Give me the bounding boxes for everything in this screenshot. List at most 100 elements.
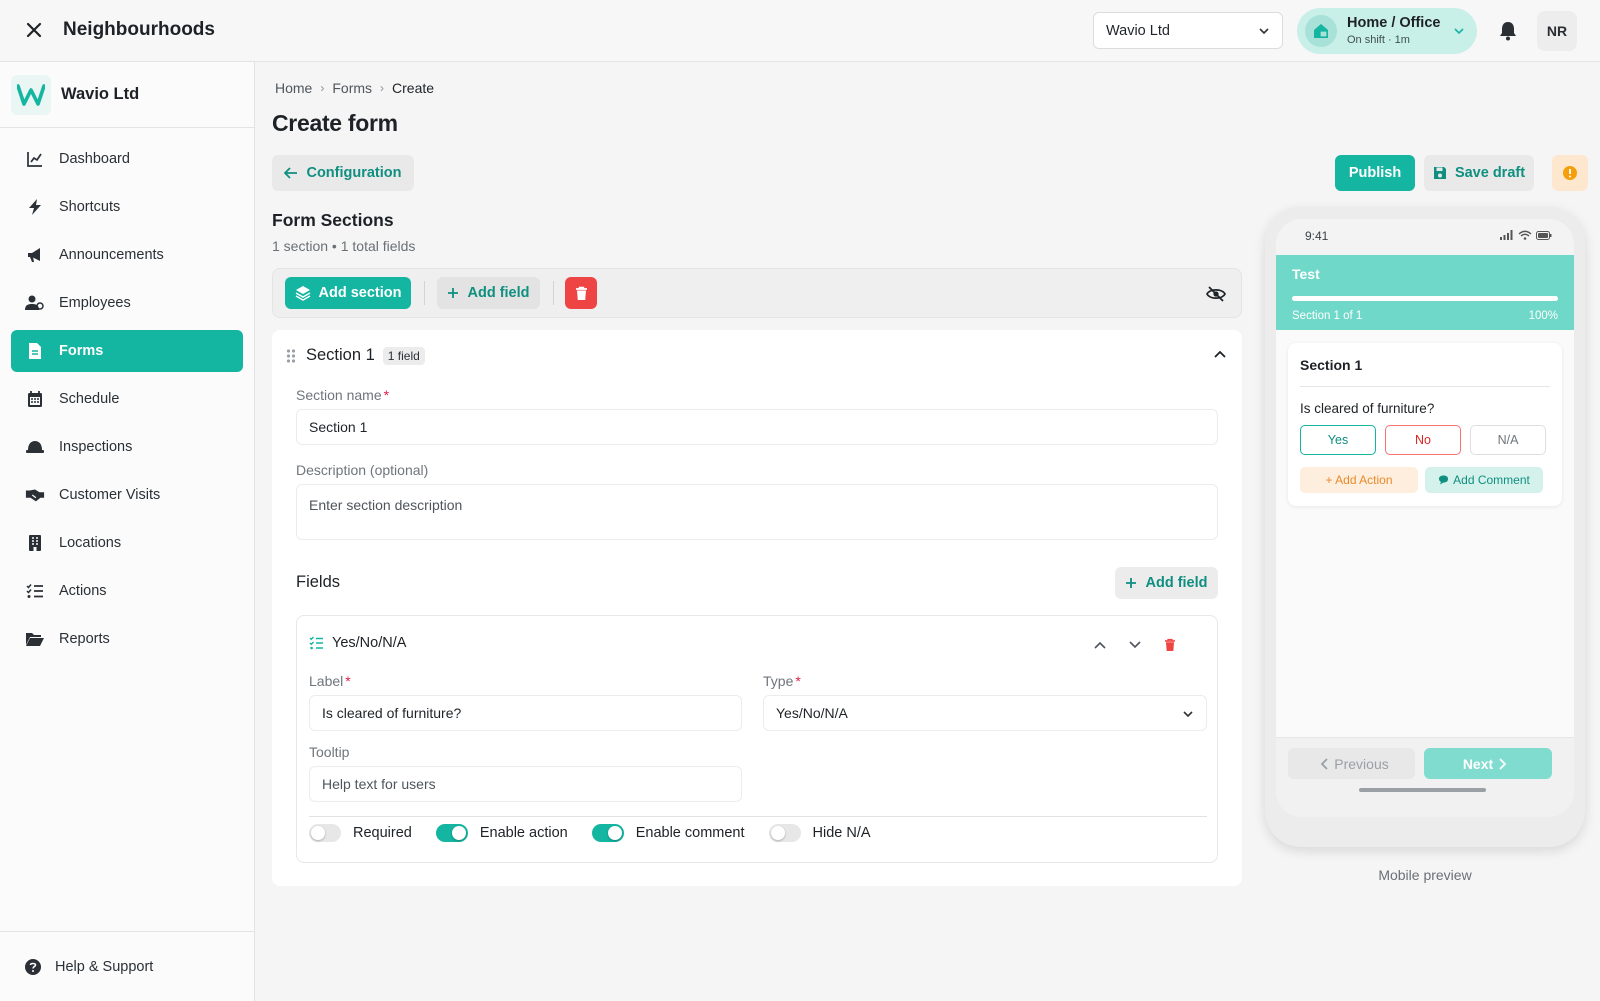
configuration-button[interactable]: Configuration (272, 155, 414, 191)
organisation-select-value: Wavio Ltd (1106, 22, 1170, 39)
eye-off-icon[interactable] (1205, 283, 1227, 305)
hide-na-toggle[interactable] (768, 824, 801, 842)
preview-progress-text: Section 1 of 1 (1292, 310, 1363, 322)
sidebar-item-label: Forms (59, 343, 104, 359)
preview-progress-bar (1292, 296, 1558, 301)
enable-comment-toggle[interactable] (591, 824, 624, 842)
validation-warning-button[interactable] (1552, 155, 1588, 191)
field-type-value: Yes/No/N/A (776, 705, 848, 721)
file-icon (25, 341, 45, 361)
sidebar-item-reports[interactable]: Reports (11, 618, 243, 660)
add-field-in-section-button[interactable]: Add field (1115, 567, 1218, 599)
sections-toolbar: Add section Add field (272, 268, 1242, 318)
preview-question: Is cleared of furniture? (1300, 401, 1435, 416)
sidebar-item-actions[interactable]: Actions (11, 570, 243, 612)
preview-next-button[interactable]: Next (1424, 748, 1552, 779)
preview-add-comment-label: Add Comment (1453, 473, 1530, 487)
wifi-icon (1518, 230, 1532, 240)
preview-yes-button[interactable]: Yes (1300, 425, 1376, 455)
warning-circle-icon (1563, 166, 1577, 180)
sidebar-item-label: Locations (59, 535, 122, 551)
sidebar-item-dashboard[interactable]: Dashboard (11, 138, 243, 180)
lightning-icon (25, 197, 45, 217)
enable-action-label: Enable action (479, 825, 568, 841)
preview-form-title: Test (1292, 266, 1320, 282)
section-header: Section 1 1 field (286, 346, 425, 365)
folder-open-icon (25, 629, 45, 649)
preview-no-button[interactable]: No (1385, 425, 1461, 455)
preview-progress-percent: 100% (1528, 310, 1558, 322)
save-draft-button[interactable]: Save draft (1424, 155, 1534, 191)
signal-icon (1500, 230, 1513, 240)
drag-handle-icon[interactable] (286, 348, 296, 364)
preview-section-card: Section 1 Is cleared of furniture? Yes N… (1288, 343, 1562, 506)
sidebar-item-forms[interactable]: Forms (11, 330, 243, 372)
sidebar-org-header[interactable]: Wavio Ltd (0, 62, 254, 128)
phone-time: 9:41 (1305, 229, 1329, 243)
preview-section-title: Section 1 (1300, 357, 1363, 373)
preview-add-action-button[interactable]: + Add Action (1300, 467, 1418, 493)
bell-icon[interactable] (1495, 18, 1521, 44)
chevron-down-icon[interactable] (1124, 634, 1146, 656)
field-label-input[interactable]: Is cleared of furniture? (309, 695, 742, 731)
tooltip-input[interactable]: Help text for users (309, 766, 742, 802)
description-textarea[interactable]: Enter section description (296, 484, 1218, 540)
enable-action-toggle[interactable] (435, 824, 468, 842)
chevron-down-icon (1453, 25, 1465, 37)
preview-previous-button[interactable]: Previous (1288, 748, 1415, 779)
delete-section-button[interactable] (565, 277, 597, 309)
form-sections-heading: Form Sections (272, 210, 394, 230)
publish-button[interactable]: Publish (1335, 155, 1415, 191)
help-support-link[interactable]: Help & Support (0, 931, 254, 1001)
users-icon (25, 293, 45, 313)
preview-add-comment-button[interactable]: Add Comment (1425, 467, 1543, 493)
add-field-button[interactable]: Add field (437, 277, 540, 309)
calendar-icon (25, 389, 45, 409)
avatar[interactable]: NR (1537, 11, 1577, 51)
sidebar-item-employees[interactable]: Employees (11, 282, 243, 324)
building-icon (25, 533, 45, 553)
sidebar-item-schedule[interactable]: Schedule (11, 378, 243, 420)
chevron-up-icon[interactable] (1214, 350, 1226, 360)
sidebar-item-label: Reports (59, 631, 110, 647)
mobile-preview-frame: 9:41 Test Section 1 of 1 100% Section 1 … (1265, 207, 1585, 847)
required-toggle[interactable] (309, 824, 341, 842)
field-type-select[interactable]: Yes/No/N/A (763, 695, 1207, 731)
sidebar-item-shortcuts[interactable]: Shortcuts (11, 186, 243, 228)
preview-divider (1300, 386, 1550, 387)
sidebar-item-label: Schedule (59, 391, 120, 407)
add-section-button[interactable]: Add section (285, 277, 411, 309)
required-label: Required (353, 825, 412, 841)
sidebar-item-label: Customer Visits (59, 487, 161, 503)
phone-status-bar: 9:41 (1276, 219, 1574, 255)
shift-status-button[interactable]: Home / Office On shift · 1m (1297, 8, 1477, 54)
mobile-preview-screen: 9:41 Test Section 1 of 1 100% Section 1 … (1276, 219, 1574, 817)
section-name-input[interactable]: Section 1 (296, 409, 1218, 445)
preview-header: Test Section 1 of 1 100% (1276, 255, 1574, 330)
chevron-up-icon[interactable] (1089, 634, 1111, 656)
sidebar-item-announcements[interactable]: Announcements (11, 234, 243, 276)
enable-comment-label: Enable comment (635, 825, 745, 841)
chevron-right-icon (1499, 757, 1507, 770)
breadcrumb-home[interactable]: Home (275, 80, 312, 96)
trash-icon[interactable] (1159, 634, 1181, 656)
page-title: Create form (272, 110, 398, 136)
sidebar-item-customer-visits[interactable]: Customer Visits (11, 474, 243, 516)
breadcrumb-current: Create (392, 80, 435, 96)
battery-icon (1536, 230, 1552, 240)
list-check-icon (25, 581, 45, 601)
sidebar-nav: Dashboard Shortcuts Announcements Employ… (0, 128, 254, 660)
close-icon[interactable] (22, 18, 46, 42)
sidebar-item-locations[interactable]: Locations (11, 522, 243, 564)
sidebar-item-inspections[interactable]: Inspections (11, 426, 243, 468)
chevron-left-icon (1320, 757, 1328, 770)
organisation-select[interactable]: Wavio Ltd (1093, 12, 1283, 49)
plus-icon (1126, 578, 1137, 588)
app-title: Neighbourhoods (63, 19, 215, 40)
field-card: Yes/No/N/A Label * Is cleared of furnitur… (296, 615, 1218, 863)
breadcrumb-forms[interactable]: Forms (332, 80, 372, 96)
preview-na-button[interactable]: N/A (1470, 425, 1546, 455)
toolbar-divider (553, 281, 554, 305)
section-name-label: Section name * (296, 387, 390, 403)
form-sections-summary: 1 section • 1 total fields (272, 238, 416, 254)
